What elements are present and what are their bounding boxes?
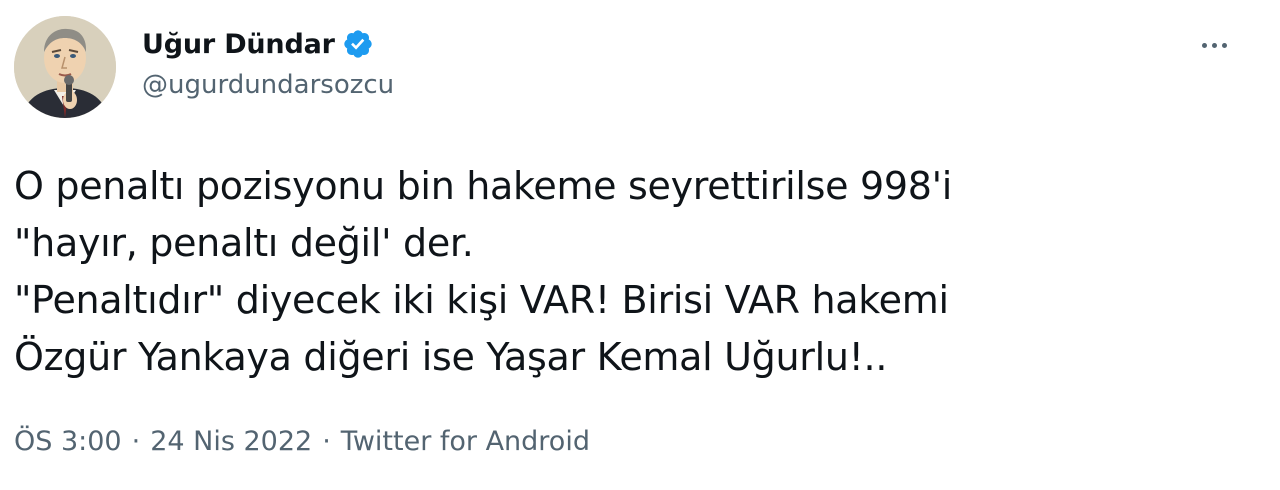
tweet-text-line: O penaltı pozisyonu bin hakeme seyrettir… [14, 164, 953, 208]
tweet-source-link[interactable]: Twitter for Android [341, 426, 590, 457]
tweet-metadata: ÖS 3:00 · 24 Nis 2022 · Twitter for Andr… [14, 426, 590, 457]
meta-separator: · [131, 426, 141, 457]
author-display-name[interactable]: Uğur Dündar [142, 29, 335, 60]
portrait-illustration [14, 16, 116, 118]
more-dot-icon [1211, 42, 1217, 48]
tweet-text-line: "hayır, penaltı değil' der. [14, 221, 474, 265]
author-info: Uğur Dündar @ugurdundarsozcu [142, 22, 394, 101]
tweet-text-line: Özgür Yankaya diğeri ise Yaşar Kemal Uğu… [14, 335, 888, 379]
author-name-row: Uğur Dündar [142, 22, 394, 66]
tweet-card: Uğur Dündar @ugurdundarsozcu O penaltı p… [0, 0, 1280, 490]
tweet-date-link[interactable]: 24 Nis 2022 [150, 426, 312, 457]
profile-avatar[interactable] [14, 16, 116, 118]
tweet-text: O penaltı pozisyonu bin hakeme seyrettir… [14, 158, 1234, 386]
meta-separator: · [322, 426, 331, 457]
author-handle[interactable]: @ugurdundarsozcu [142, 70, 394, 100]
more-options-icon[interactable] [1192, 30, 1236, 60]
more-dot-icon [1201, 42, 1207, 48]
tweet-time-link[interactable]: ÖS 3:00 [14, 426, 122, 457]
more-dot-icon [1221, 42, 1227, 48]
tweet-text-line: "Penaltıdır" diyecek iki kişi VAR! Biris… [14, 278, 949, 322]
verified-badge-icon [342, 28, 374, 60]
